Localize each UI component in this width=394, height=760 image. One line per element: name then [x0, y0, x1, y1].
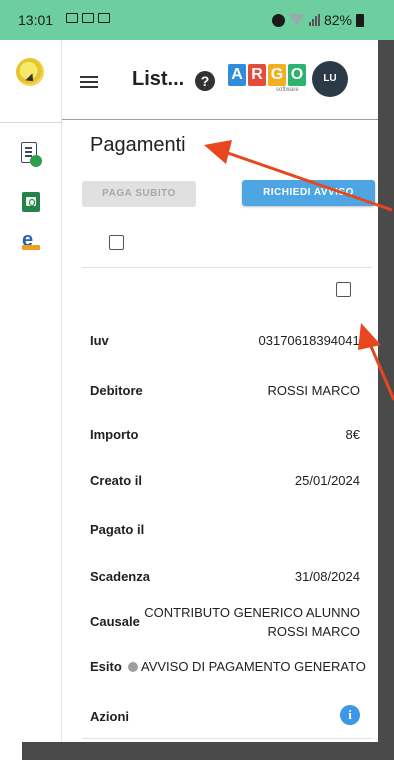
select-all-checkbox[interactable]	[109, 235, 124, 250]
row-label: Debitore	[90, 383, 143, 398]
status-time: 13:01	[18, 12, 54, 28]
esito-text: AVVISO DI PAGAMENTO GENERATO	[141, 659, 366, 674]
row-label: Creato il	[90, 473, 143, 488]
bottom-divider	[82, 738, 372, 739]
row-label: Scadenza	[90, 569, 150, 584]
signal-icon	[308, 14, 320, 26]
pagopa-icon[interactable]: e	[22, 230, 40, 250]
status-dot-icon	[128, 662, 138, 672]
page-title: Pagamenti	[90, 134, 186, 156]
receipt-icon[interactable]	[22, 192, 40, 212]
row-value: ROSSI MARCO	[267, 383, 360, 398]
row-label: Pagato il	[90, 522, 145, 537]
logo-letter: O	[288, 64, 306, 86]
row-label: Importo	[90, 427, 139, 442]
row-value: 25/01/2024	[294, 473, 360, 488]
row-value: 031706183940411	[258, 333, 367, 348]
user-avatar[interactable]: LU	[312, 61, 348, 97]
frame-corner	[0, 742, 22, 760]
row-value: CONTRIBUTO GENERICO ALUNNO ROSSI MARCO	[144, 603, 360, 641]
notification-icon	[98, 13, 110, 23]
help-icon[interactable]: ?	[195, 71, 215, 91]
top-app-bar: List... ? A R G O software LU	[62, 40, 378, 120]
header-divider	[82, 267, 372, 268]
actions-info-icon[interactable]: i	[340, 705, 360, 725]
row-value: AVVISO DI PAGAMENTO GENERATO	[126, 659, 366, 674]
argo-logo: A R G O software	[228, 64, 308, 96]
detail-row-causale: Causale CONTRIBUTO GENERICO ALUNNO ROSSI…	[90, 603, 360, 643]
row-checkbox[interactable]	[336, 282, 351, 297]
logo-letter: A	[228, 64, 246, 86]
notification-icon	[66, 13, 78, 23]
main-content: Pagamenti PAGA SUBITO RICHIEDI AVVISO Iu…	[62, 121, 378, 742]
paga-subito-button[interactable]: PAGA SUBITO	[82, 181, 196, 207]
status-bar: 13:01 82%	[0, 0, 394, 40]
check-badge-icon	[30, 155, 42, 167]
logo-subtitle: software	[276, 87, 299, 93]
app-bar-title: List...	[132, 68, 185, 90]
battery-icon	[356, 13, 364, 27]
row-label: Esito	[90, 659, 122, 674]
causale-line: ROSSI MARCO	[267, 624, 360, 639]
status-right: 82%	[271, 12, 364, 28]
frame-edge-right	[378, 40, 394, 760]
notification-icons	[66, 13, 110, 23]
wifi-icon	[288, 14, 305, 26]
hamburger-menu-icon[interactable]	[80, 81, 98, 83]
row-label: Iuv	[90, 333, 109, 348]
richiedi-avviso-button[interactable]: RICHIEDI AVVISO	[242, 180, 375, 206]
row-value: 31/08/2024	[294, 569, 360, 584]
causale-line: CONTRIBUTO GENERICO ALUNNO	[144, 605, 360, 620]
logo-letter: R	[248, 64, 266, 86]
row-label: Azioni	[90, 709, 129, 724]
screen-cast-icon	[82, 13, 94, 23]
battery-percent: 82%	[323, 12, 352, 28]
side-rail: e	[0, 40, 62, 742]
logo-letter: G	[268, 64, 286, 86]
row-value: 8€	[345, 427, 360, 442]
frame-edge-bottom	[0, 742, 394, 760]
rail-divider	[0, 122, 62, 123]
row-label: Causale	[90, 614, 140, 629]
alarm-icon	[271, 13, 285, 27]
